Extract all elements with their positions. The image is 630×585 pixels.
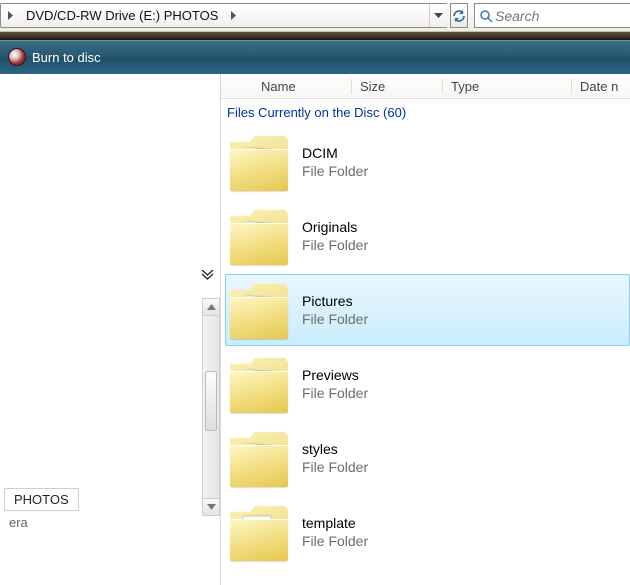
breadcrumb-segment[interactable]: DVD/CD-RW Drive (E:) PHOTOS — [20, 4, 224, 27]
command-bar: Burn to disc — [0, 40, 630, 74]
search-box[interactable] — [474, 3, 630, 28]
search-icon — [477, 9, 495, 23]
nav-item-era[interactable]: era — [4, 515, 220, 530]
folder-icon — [230, 355, 288, 413]
folder-row[interactable]: OriginalsFile Folder — [225, 200, 630, 272]
breadcrumb-expand-icon[interactable] — [224, 4, 243, 27]
folder-icon — [230, 207, 288, 265]
folder-icon — [230, 429, 288, 487]
address-row: DVD/CD-RW Drive (E:) PHOTOS — [0, 0, 630, 32]
refresh-button[interactable] — [450, 3, 468, 28]
folder-type: File Folder — [302, 236, 368, 254]
column-header-size[interactable]: Size — [360, 79, 442, 94]
burn-button[interactable]: Burn to disc — [32, 50, 101, 65]
folder-name: Originals — [302, 218, 368, 236]
search-input[interactable] — [495, 8, 630, 24]
refresh-icon — [451, 8, 467, 24]
folder-type: File Folder — [302, 384, 368, 402]
folder-name: DCIM — [302, 144, 368, 162]
navigation-pane: PHOTOS era — [0, 74, 221, 585]
folder-icon — [230, 503, 288, 561]
file-list: DCIMFile FolderOriginalsFile FolderPictu… — [221, 126, 630, 570]
nav-scrollbar[interactable] — [202, 298, 220, 516]
folder-name: styles — [302, 440, 368, 458]
folder-name: template — [302, 514, 368, 532]
folder-row[interactable]: templateFile Folder — [225, 496, 630, 568]
folder-icon — [230, 133, 288, 191]
folder-name: Previews — [302, 366, 368, 384]
folder-type: File Folder — [302, 310, 368, 328]
folder-icon — [230, 281, 288, 339]
command-bar-top-border — [0, 32, 630, 40]
folder-type: File Folder — [302, 458, 368, 476]
burn-disc-icon — [8, 48, 26, 66]
address-dropdown-icon[interactable] — [429, 4, 447, 27]
column-header-row: Name Size Type Date n — [221, 74, 630, 99]
scroll-up-icon[interactable] — [203, 299, 219, 316]
folder-name: Pictures — [302, 292, 368, 310]
group-header[interactable]: Files Currently on the Disc (60) — [221, 99, 630, 126]
column-header-name[interactable]: Name — [261, 79, 351, 94]
folder-row[interactable]: PicturesFile Folder — [225, 274, 630, 346]
nav-item-photos[interactable]: PHOTOS — [4, 488, 79, 511]
scroll-thumb[interactable] — [205, 371, 217, 431]
nav-collapse-icon[interactable] — [201, 270, 214, 281]
address-bar[interactable]: DVD/CD-RW Drive (E:) PHOTOS — [0, 3, 447, 28]
column-header-type[interactable]: Type — [451, 79, 571, 94]
folder-row[interactable]: PreviewsFile Folder — [225, 348, 630, 420]
column-header-date[interactable]: Date n — [580, 79, 630, 94]
folder-type: File Folder — [302, 532, 368, 550]
folder-row[interactable]: stylesFile Folder — [225, 422, 630, 494]
file-view: Name Size Type Date n Files Currently on… — [221, 74, 630, 585]
folder-type: File Folder — [302, 162, 368, 180]
folder-row[interactable]: DCIMFile Folder — [225, 126, 630, 198]
breadcrumb-prev-icon[interactable] — [1, 4, 20, 27]
